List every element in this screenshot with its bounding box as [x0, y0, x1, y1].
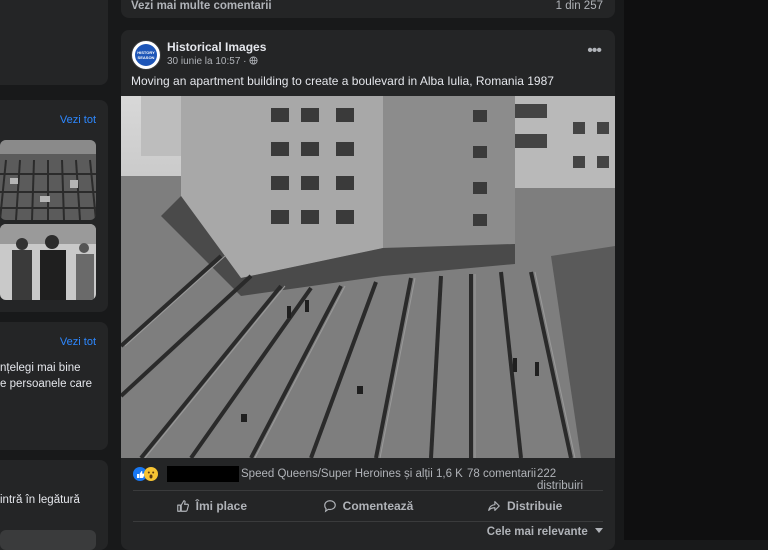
globe-icon — [249, 56, 258, 65]
post-card: HISTORY SEASON Historical Images 30 iuni… — [121, 30, 615, 550]
redacted-name — [167, 466, 239, 482]
info-text-line-1: nțelegi mai bine — [0, 362, 81, 374]
reaction-icons[interactable] — [133, 467, 158, 481]
thumbs-up-icon — [176, 500, 189, 512]
comment-sort-dropdown[interactable]: Cele mai relevante — [487, 526, 603, 538]
photo-thumbnail-aerial[interactable] — [0, 140, 96, 220]
like-button[interactable]: Îmi place — [133, 491, 290, 521]
comments-count[interactable]: 78 comentarii — [467, 468, 536, 480]
photo-thumbnail-men[interactable] — [0, 224, 96, 300]
previous-post-footer: Vezi mai multe comentarii 1 din 257 — [121, 0, 615, 18]
post-date-text: 30 iunie la 10:57 · — [167, 56, 247, 67]
sort-label: Cele mai relevante — [486, 526, 588, 538]
comment-label: Comentează — [342, 499, 414, 513]
post-actions: Îmi place Comentează Distribuie — [133, 490, 603, 522]
comment-icon — [323, 500, 336, 513]
page-avatar[interactable]: HISTORY SEASON — [131, 40, 161, 70]
post-stats: Speed Queens/Super Heroines și alții 1,6… — [133, 466, 603, 492]
post-timestamp[interactable]: 30 iunie la 10:57 · — [167, 56, 258, 67]
left-card-info: Vezi tot nțelegi mai bine e persoanele c… — [0, 322, 108, 450]
share-label: Distribuie — [507, 499, 563, 513]
shares-count[interactable]: 222 distribuiri — [537, 468, 603, 492]
more-options-button[interactable]: ••• — [587, 42, 602, 60]
caret-down-icon — [595, 528, 603, 533]
avatar-text-2: SEASON — [137, 55, 155, 60]
wow-reaction-icon — [144, 467, 158, 481]
left-card-photos: Vezi tot — [0, 100, 108, 312]
reactions-text[interactable]: Speed Queens/Super Heroines și alții 1,6… — [241, 468, 463, 480]
left-card-top — [0, 0, 108, 85]
left-card-bottom: intră în legătură — [0, 460, 108, 550]
more-comments-link[interactable]: Vezi mai multe comentarii — [131, 0, 272, 12]
comment-counter: 1 din 257 — [555, 0, 603, 12]
contact-text: intră în legătură — [0, 494, 80, 506]
left-button[interactable] — [0, 530, 96, 550]
page-name[interactable]: Historical Images — [167, 40, 266, 54]
info-text-line-2: e persoanele care — [0, 378, 93, 390]
like-label: Îmi place — [195, 499, 248, 513]
right-dark-area — [624, 0, 768, 540]
comment-button[interactable]: Comentează — [290, 491, 447, 521]
see-all-link[interactable]: Vezi tot — [60, 114, 96, 126]
share-icon — [488, 501, 500, 511]
post-photo[interactable] — [121, 96, 615, 458]
see-all-link-2[interactable]: Vezi tot — [60, 336, 96, 348]
post-caption: Moving an apartment building to create a… — [131, 74, 554, 88]
share-button[interactable]: Distribuie — [446, 491, 603, 521]
